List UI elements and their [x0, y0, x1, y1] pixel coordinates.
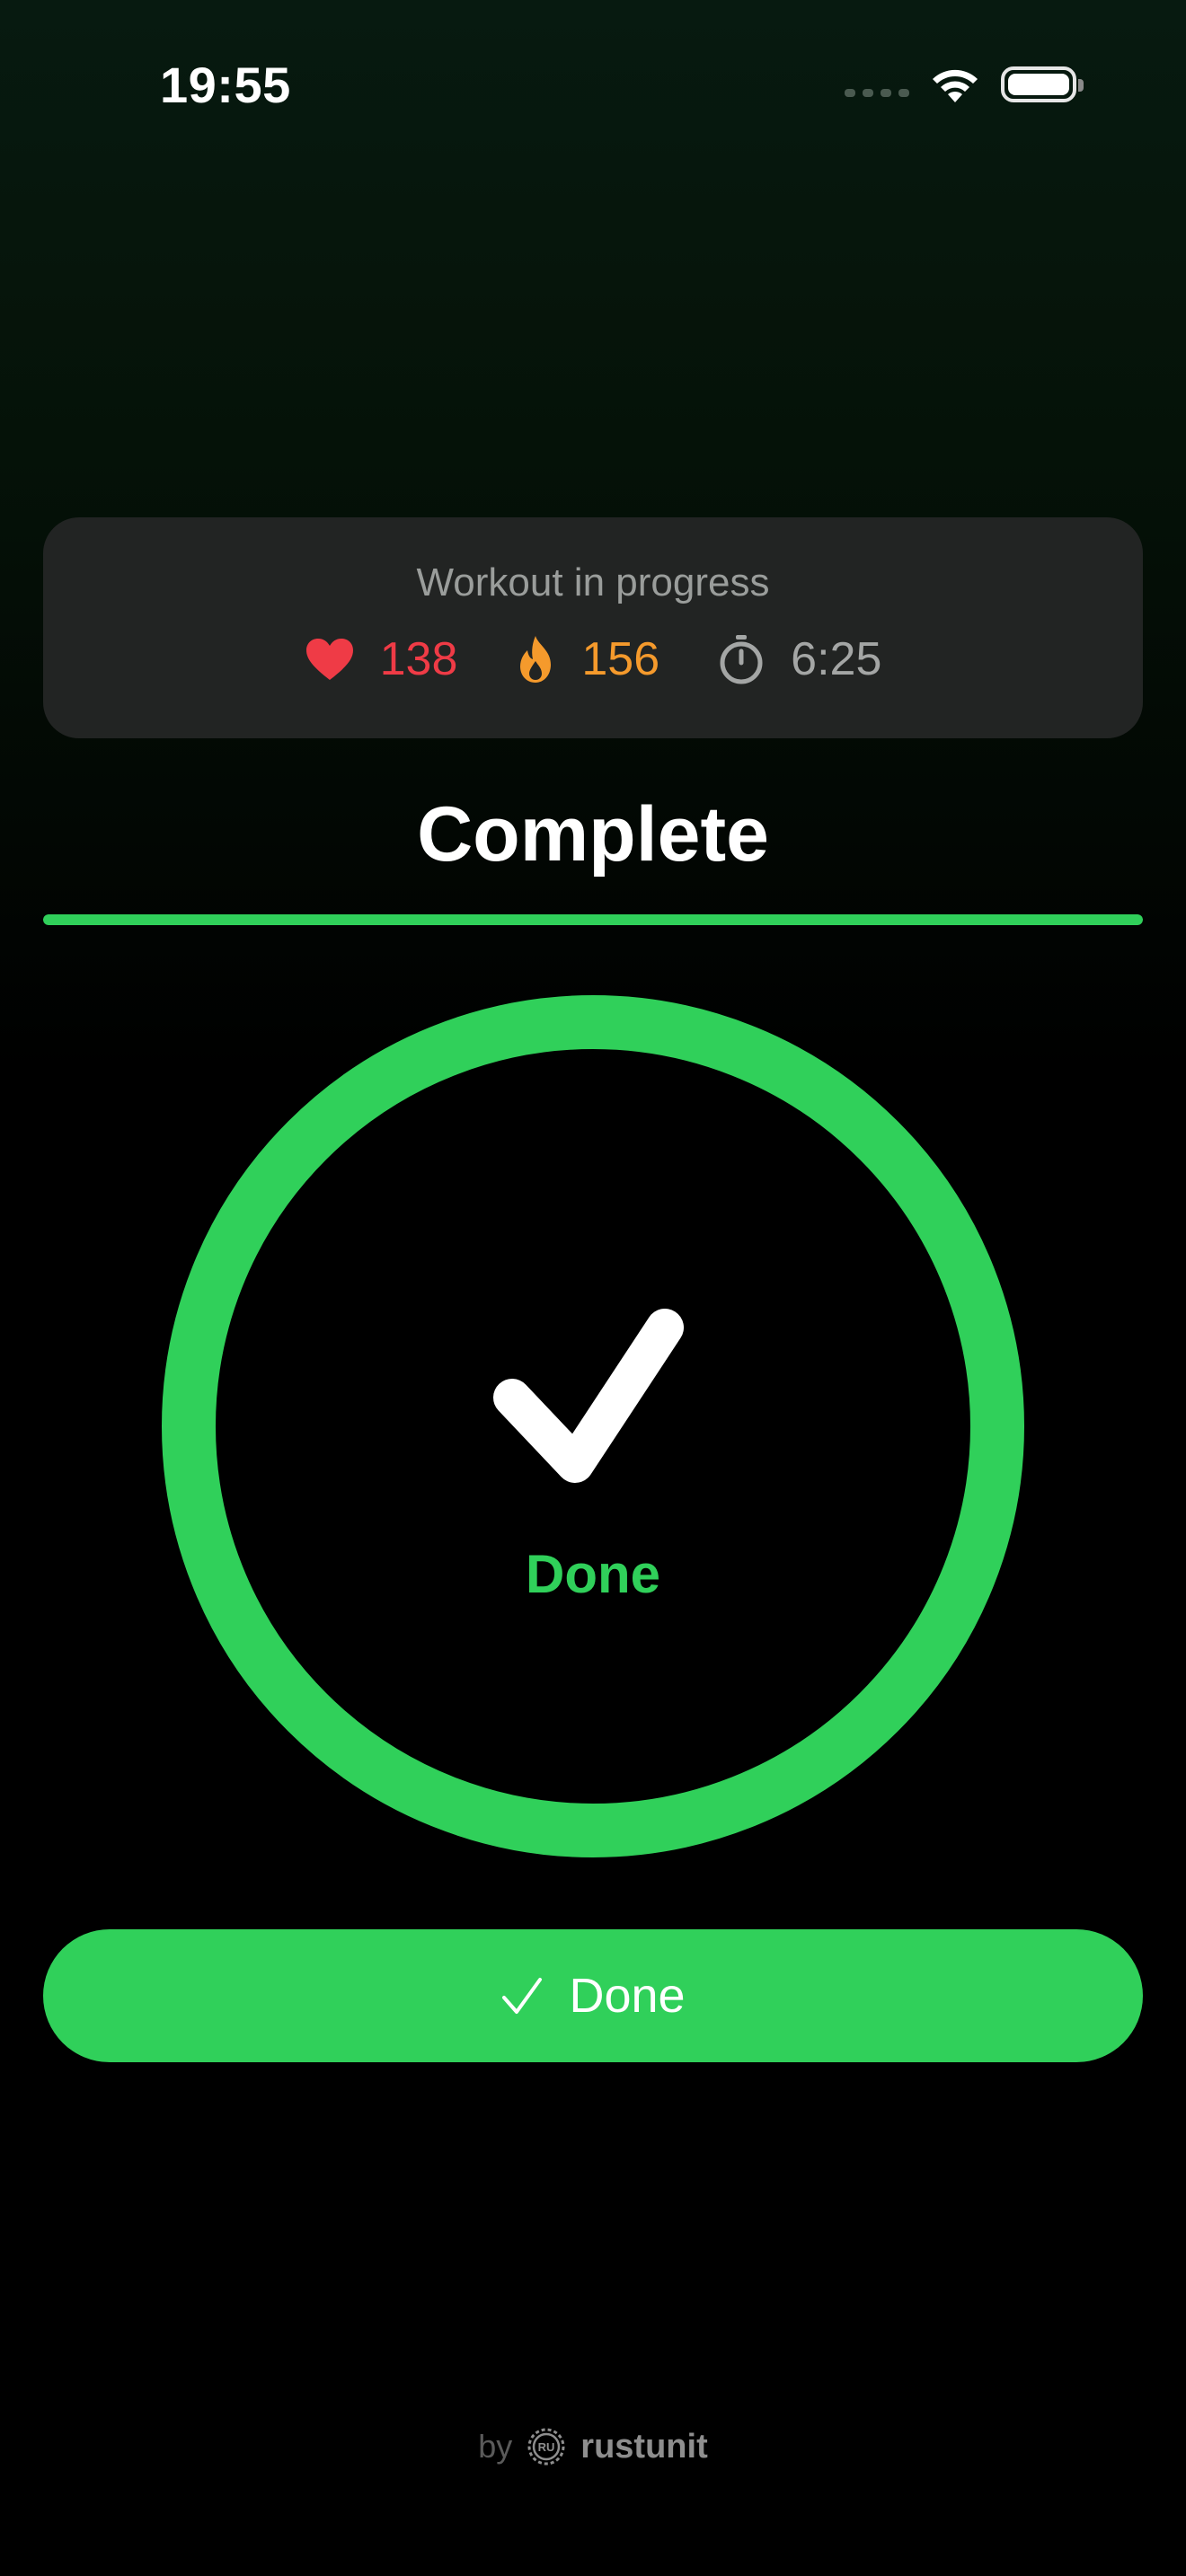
footer-by-text: by [478, 2428, 513, 2465]
workout-status-card: Workout in progress 138 156 6:25 [43, 517, 1143, 738]
completion-ring: Done [162, 995, 1024, 1857]
cellular-signal-icon [845, 88, 909, 97]
done-button-label: Done [569, 1969, 686, 2023]
heart-icon [305, 639, 353, 680]
workout-status-title: Workout in progress [416, 560, 770, 604]
heart-rate-stat: 138 [305, 632, 458, 686]
checkmark-icon [502, 1978, 543, 2014]
heart-rate-value: 138 [379, 633, 458, 685]
calories-stat: 156 [515, 632, 659, 686]
status-icons [845, 65, 1084, 104]
calories-value: 156 [581, 633, 660, 685]
workout-complete-screen: 19:55 Workout in progress 138 156 6:25 C… [0, 0, 1186, 2576]
svg-text:RU: RU [538, 2440, 555, 2454]
elapsed-time-stat: 6:25 [717, 632, 881, 686]
progress-bar-fill [43, 914, 1143, 925]
footer-attribution: by RU rustunit [0, 2425, 1186, 2468]
done-button[interactable]: Done [43, 1929, 1143, 2062]
wifi-icon [933, 69, 978, 102]
page-title: Complete [417, 791, 769, 878]
workout-stats: 138 156 6:25 [43, 632, 1143, 686]
rustunit-logo-icon: RU [527, 2428, 565, 2466]
status-time: 19:55 [160, 57, 291, 113]
progress-bar [43, 914, 1143, 925]
footer-brand-name: rustunit [580, 2427, 708, 2466]
checkmark-icon [493, 1309, 684, 1483]
completion-ring-label: Done [526, 1544, 660, 1604]
elapsed-time-value: 6:25 [791, 633, 882, 685]
battery-icon [1001, 66, 1084, 102]
flame-icon [520, 636, 552, 683]
completion-ring-graphic [162, 995, 1024, 1857]
stopwatch-icon [720, 635, 763, 684]
